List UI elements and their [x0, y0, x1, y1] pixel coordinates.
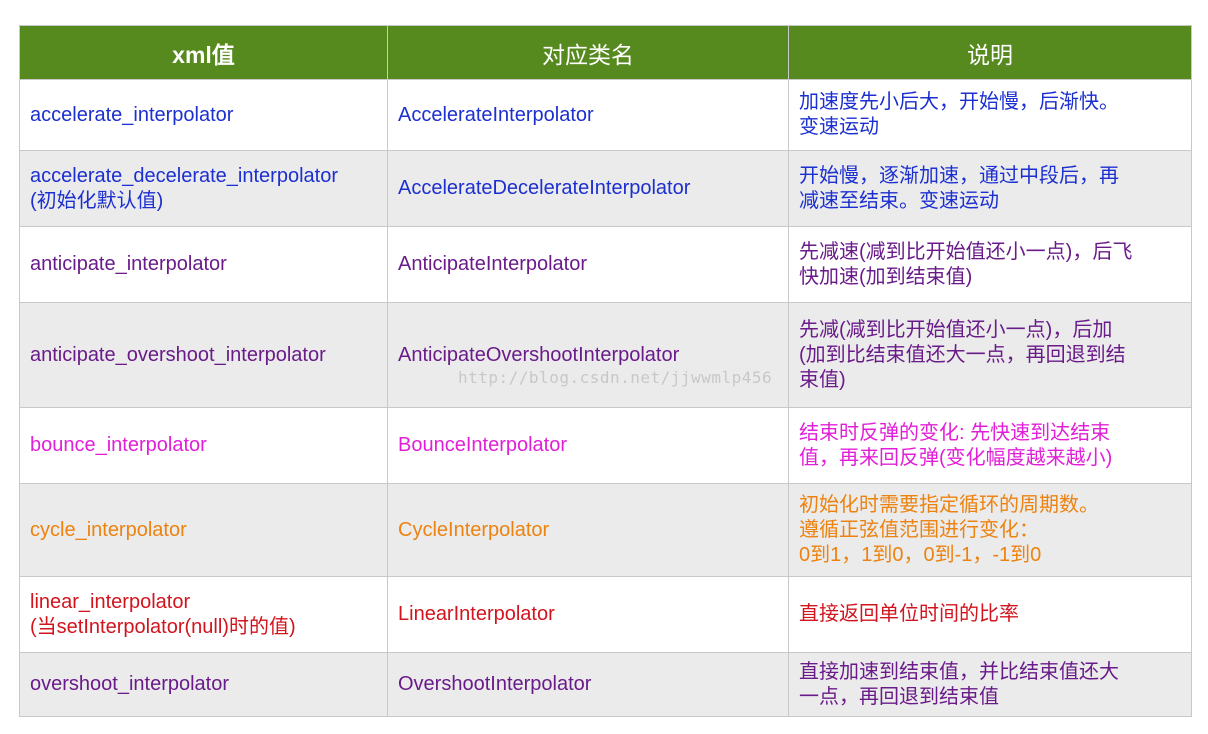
desc-cell: 结束时反弹的变化: 先快速到达结束 值，再来回反弹(变化幅度越来越小): [788, 407, 1192, 484]
table-header-row: xml值 对应类名 说明: [19, 25, 1192, 80]
description: 先减速(减到比开始值还小一点)，后飞 快加速(加到结束值): [799, 240, 1133, 288]
xml-cell: anticipate_overshoot_interpolator: [19, 302, 388, 408]
table-row: anticipate_interpolator AnticipateInterp…: [19, 226, 1192, 303]
class-cell: OvershootInterpolator: [387, 652, 789, 717]
class-name: CycleInterpolator: [398, 518, 550, 541]
class-cell: AccelerateInterpolator: [387, 79, 789, 151]
class-name: BounceInterpolator: [398, 434, 568, 456]
xml-cell: accelerate_interpolator: [19, 79, 388, 151]
header-class-name: 对应类名: [387, 25, 789, 80]
class-name: AccelerateInterpolator: [398, 103, 594, 126]
description: 初始化时需要指定循环的周期数。 遵循正弦值范围进行变化： 0到1，1到0，0到-…: [799, 493, 1099, 566]
class-name: LinearInterpolator: [398, 603, 555, 625]
description: 加速度先小后大，开始慢，后渐快。 变速运动: [799, 91, 1119, 138]
class-cell: AnticipateInterpolator: [387, 226, 789, 303]
description: 结束时反弹的变化: 先快速到达结束 值，再来回反弹(变化幅度越来越小): [799, 421, 1113, 469]
desc-cell: 先减速(减到比开始值还小一点)，后飞 快加速(加到结束值): [788, 226, 1192, 303]
xml-value: accelerate_interpolator: [30, 103, 234, 126]
page: xml值 对应类名 说明 accelerate_interpolator Acc…: [0, 0, 1208, 734]
table-row: accelerate_decelerate_interpolator (初始化默…: [19, 150, 1192, 227]
class-cell: LinearInterpolator: [387, 576, 789, 653]
desc-cell: 初始化时需要指定循环的周期数。 遵循正弦值范围进行变化： 0到1，1到0，0到-…: [788, 483, 1192, 577]
class-cell: CycleInterpolator: [387, 483, 789, 577]
xml-note: (初始化默认值): [30, 189, 164, 212]
xml-note: (当setInterpolator(null)时的值): [30, 615, 296, 638]
xml-value: overshoot_interpolator: [30, 673, 230, 695]
table-row: cycle_interpolator CycleInterpolator 初始化…: [19, 483, 1192, 577]
table-row: overshoot_interpolator OvershootInterpol…: [19, 652, 1192, 717]
desc-cell: 直接返回单位时间的比率: [788, 576, 1192, 653]
table-row: accelerate_interpolator AccelerateInterp…: [19, 79, 1192, 151]
xml-cell: bounce_interpolator: [19, 407, 388, 484]
class-name: AnticipateInterpolator: [398, 253, 588, 275]
header-description: 说明: [788, 25, 1192, 80]
class-cell: BounceInterpolator: [387, 407, 789, 484]
xml-value: cycle_interpolator: [30, 518, 187, 541]
xml-value: bounce_interpolator: [30, 434, 207, 456]
desc-cell: 先减(减到比开始值还小一点)，后加 (加到比结束值还大一点，再回退到结 束值): [788, 302, 1192, 408]
desc-cell: 开始慢，逐渐加速，通过中段后，再 减速至结束。变速运动: [788, 150, 1192, 227]
desc-cell: 直接加速到结束值，并比结束值还大 一点，再回退到结束值: [788, 652, 1192, 717]
table-row: bounce_interpolator BounceInterpolator 结…: [19, 407, 1192, 484]
class-cell: AnticipateOvershootInterpolator: [387, 302, 789, 408]
xml-cell: overshoot_interpolator: [19, 652, 388, 717]
class-name: AnticipateOvershootInterpolator: [398, 343, 680, 366]
xml-value: anticipate_interpolator: [30, 253, 227, 275]
description: 直接加速到结束值，并比结束值还大 一点，再回退到结束值: [799, 660, 1119, 708]
xml-value: accelerate_decelerate_interpolator: [30, 164, 338, 187]
description: 开始慢，逐渐加速，通过中段后，再 减速至结束。变速运动: [799, 164, 1119, 212]
xml-cell: cycle_interpolator: [19, 483, 388, 577]
xml-value: linear_interpolator: [30, 590, 191, 613]
class-cell: AccelerateDecelerateInterpolator: [387, 150, 789, 227]
description: 先减(减到比开始值还小一点)，后加 (加到比结束值还大一点，再回退到结 束值): [799, 318, 1126, 391]
table-row: anticipate_overshoot_interpolator Antici…: [19, 302, 1192, 408]
description: 直接返回单位时间的比率: [799, 603, 1019, 625]
header-xml-value: xml值: [19, 25, 388, 80]
interpolator-table: xml值 对应类名 说明 accelerate_interpolator Acc…: [19, 25, 1192, 717]
desc-cell: 加速度先小后大，开始慢，后渐快。 变速运动: [788, 79, 1192, 151]
class-name: OvershootInterpolator: [398, 673, 592, 695]
xml-cell: accelerate_decelerate_interpolator (初始化默…: [19, 150, 388, 227]
class-name: AccelerateDecelerateInterpolator: [398, 177, 691, 199]
xml-cell: linear_interpolator (当setInterpolator(nu…: [19, 576, 388, 653]
xml-cell: anticipate_interpolator: [19, 226, 388, 303]
xml-value: anticipate_overshoot_interpolator: [30, 343, 326, 366]
table-row: linear_interpolator (当setInterpolator(nu…: [19, 576, 1192, 653]
